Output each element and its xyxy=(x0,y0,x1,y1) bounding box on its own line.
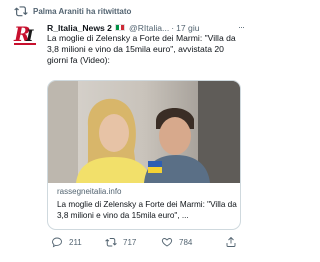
like-count: 784 xyxy=(179,237,193,247)
separator-dot: · xyxy=(171,22,175,33)
tweet-text: La moglie di Zelensky a Forte dei Marmi:… xyxy=(47,33,236,66)
retweet-count: 717 xyxy=(123,237,137,247)
card-domain: rassegneitalia.info xyxy=(57,187,122,196)
reply-icon xyxy=(52,237,62,248)
italy-flag-icon xyxy=(114,24,125,31)
retweet-indicator[interactable]: Palma Araniti ha ritwittato xyxy=(14,4,131,18)
retweet-button[interactable]: 717 xyxy=(105,236,136,248)
retweet-icon xyxy=(14,6,28,17)
heart-icon xyxy=(161,238,173,247)
retweet-label: Palma Araniti ha ritwittato xyxy=(33,6,132,16)
logo-icon: R I xyxy=(12,20,38,46)
tweet-time[interactable]: 17 giu xyxy=(176,23,199,33)
author-handle[interactable]: @RItalia... xyxy=(129,23,169,33)
more-options-icon[interactable]: ··· xyxy=(238,22,245,32)
like-button[interactable]: 784 xyxy=(161,236,192,248)
card-image xyxy=(48,81,240,183)
avatar[interactable]: R I xyxy=(12,20,38,46)
tweet-actions: 211 717 784 xyxy=(47,236,243,252)
share-icon xyxy=(226,236,236,247)
card-title: La moglie di Zelensky a Forte dei Marmi:… xyxy=(57,200,237,220)
reply-count: 211 xyxy=(69,237,82,247)
retweet-action-icon xyxy=(105,238,117,247)
reply-button[interactable]: 211 xyxy=(51,236,82,248)
link-card[interactable]: rassegneitalia.info La moglie di Zelensk… xyxy=(47,80,241,230)
svg-text:I: I xyxy=(25,26,34,45)
author-name[interactable]: R_Italia_News 2 xyxy=(47,23,112,33)
share-button[interactable] xyxy=(225,236,237,248)
